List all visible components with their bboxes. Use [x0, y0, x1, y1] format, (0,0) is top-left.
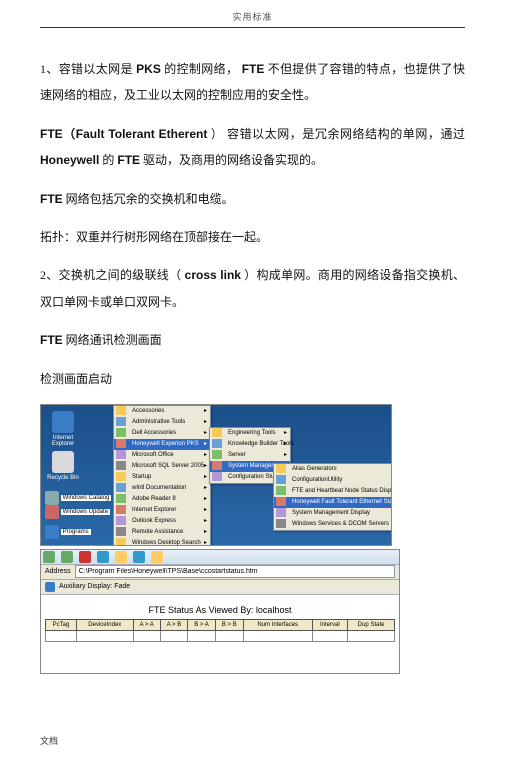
- table-column-header: B > B: [215, 619, 243, 630]
- menu-item[interactable]: Administrative Tools▸: [114, 417, 210, 428]
- paragraph-1: 1、容错以太网是 PKS 的控制网络， FTE 不但提供了容错的特点，也提供了快…: [40, 56, 465, 109]
- refresh-icon[interactable]: [97, 551, 109, 563]
- aux-display-row: Auxiliary Display: Fade: [41, 580, 399, 595]
- address-bar: Address: [41, 565, 399, 580]
- paragraph-7: 检测画面启动: [40, 366, 465, 392]
- forward-icon[interactable]: [61, 551, 73, 563]
- address-input[interactable]: [75, 565, 395, 578]
- ie-toolbar: [41, 550, 399, 565]
- table-header-row: PcTagDeviceIndexA > AA > BB > AB > BNum …: [46, 619, 395, 630]
- globe-icon: [45, 582, 55, 592]
- favorites-icon[interactable]: [151, 551, 163, 563]
- menu-item[interactable]: FTE and Heartbeat Node Status Display▸: [274, 486, 392, 497]
- menu-item[interactable]: Alias Generators▸: [274, 464, 392, 475]
- menu-item[interactable]: Internet Explorer▸: [114, 505, 210, 516]
- aux-display-label: Auxiliary Display: Fade: [59, 583, 130, 590]
- page-header: 实用标准: [40, 10, 465, 28]
- menu-item[interactable]: Startup▸: [114, 472, 210, 483]
- address-label: Address: [45, 568, 71, 575]
- paragraph-2: FTE（Fault Tolerant Etherent ） 容错以太网，是冗余网…: [40, 121, 465, 174]
- menu-item[interactable]: Windows Desktop Search▸: [114, 538, 210, 546]
- table-column-header: DeviceIndex: [76, 619, 133, 630]
- screenshot-desktop-menus: Internet Explorer Recycle Bin Windows Ca…: [40, 404, 392, 546]
- menu-item[interactable]: ConfigurationUtility▸: [274, 475, 392, 486]
- menu-item[interactable]: Dell Accessories▸: [114, 428, 210, 439]
- paragraph-4: 拓扑：双重并行树形网络在顶部接在一起。: [40, 224, 465, 250]
- table-column-header: Num Interfaces: [243, 619, 312, 630]
- menu-item[interactable]: Engineering Tools▸: [210, 428, 290, 439]
- table-row: [46, 630, 395, 641]
- desktop-icon-recycle[interactable]: Recycle Bin: [45, 451, 81, 481]
- menu-item[interactable]: Accessories▸: [114, 406, 210, 417]
- start-item-programs[interactable]: Programs: [45, 525, 115, 539]
- stop-icon[interactable]: [79, 551, 91, 563]
- menu-item[interactable]: Honeywell Fault Tolerant Ethernet Status…: [274, 497, 392, 508]
- menu-item[interactable]: Outlook Express▸: [114, 516, 210, 527]
- table-column-header: PcTag: [46, 619, 77, 630]
- paragraph-6: FTE 网络通讯检测画面: [40, 327, 465, 353]
- menu-item[interactable]: Server▸: [210, 450, 290, 461]
- body-text: 1、容错以太网是 PKS 的控制网络， FTE 不但提供了容错的特点，也提供了快…: [40, 56, 465, 392]
- home-icon[interactable]: [115, 551, 127, 563]
- screenshot-ie-fte-status: Address Auxiliary Display: Fade FTE Stat…: [40, 549, 400, 674]
- menu-item[interactable]: Microsoft Office▸: [114, 450, 210, 461]
- menu-item[interactable]: Adobe Reader 8▸: [114, 494, 210, 505]
- menu-item[interactable]: Microsoft SQL Server 2005▸: [114, 461, 210, 472]
- desktop-icon-ie[interactable]: Internet Explorer: [45, 411, 81, 447]
- table-column-header: B > A: [188, 619, 216, 630]
- web-page-content: FTE Status As Viewed By: localhost PcTag…: [41, 595, 399, 673]
- fte-status-table: PcTagDeviceIndexA > AA > BB > AB > BNum …: [45, 619, 395, 642]
- fte-status-title: FTE Status As Viewed By: localhost: [45, 599, 395, 619]
- start-item-update[interactable]: Windows Update: [45, 505, 115, 519]
- page-footer: 文档: [40, 734, 465, 747]
- table-column-header: A > A: [133, 619, 160, 630]
- menu-item[interactable]: Windows Services & DCOM Servers belong o…: [274, 519, 392, 530]
- table-column-header: Dup State: [348, 619, 395, 630]
- table-column-header: Interval: [312, 619, 348, 630]
- menu-item[interactable]: Honeywell Experion PKS▸: [114, 439, 210, 450]
- menu-item[interactable]: Knowledge Builder Tools▸: [210, 439, 290, 450]
- menu-programs[interactable]: Accessories▸Administrative Tools▸Dell Ac…: [113, 405, 211, 546]
- menu-system-management[interactable]: Alias Generators▸ConfigurationUtility▸FT…: [273, 463, 392, 531]
- menu-item[interactable]: Remote Assistance▸: [114, 527, 210, 538]
- menu-item[interactable]: System Management Display▸: [274, 508, 392, 519]
- paragraph-3: FTE 网络包括冗余的交换机和电缆。: [40, 186, 465, 212]
- start-item-catalog[interactable]: Windows Catalog: [45, 491, 115, 505]
- menu-item[interactable]: wIntl Documentation▸: [114, 483, 210, 494]
- paragraph-5: 2、交换机之间的级联线（ cross link ）构成单网。商用的网络设备指交换…: [40, 262, 465, 315]
- search-icon[interactable]: [133, 551, 145, 563]
- back-icon[interactable]: [43, 551, 55, 563]
- table-column-header: A > B: [160, 619, 188, 630]
